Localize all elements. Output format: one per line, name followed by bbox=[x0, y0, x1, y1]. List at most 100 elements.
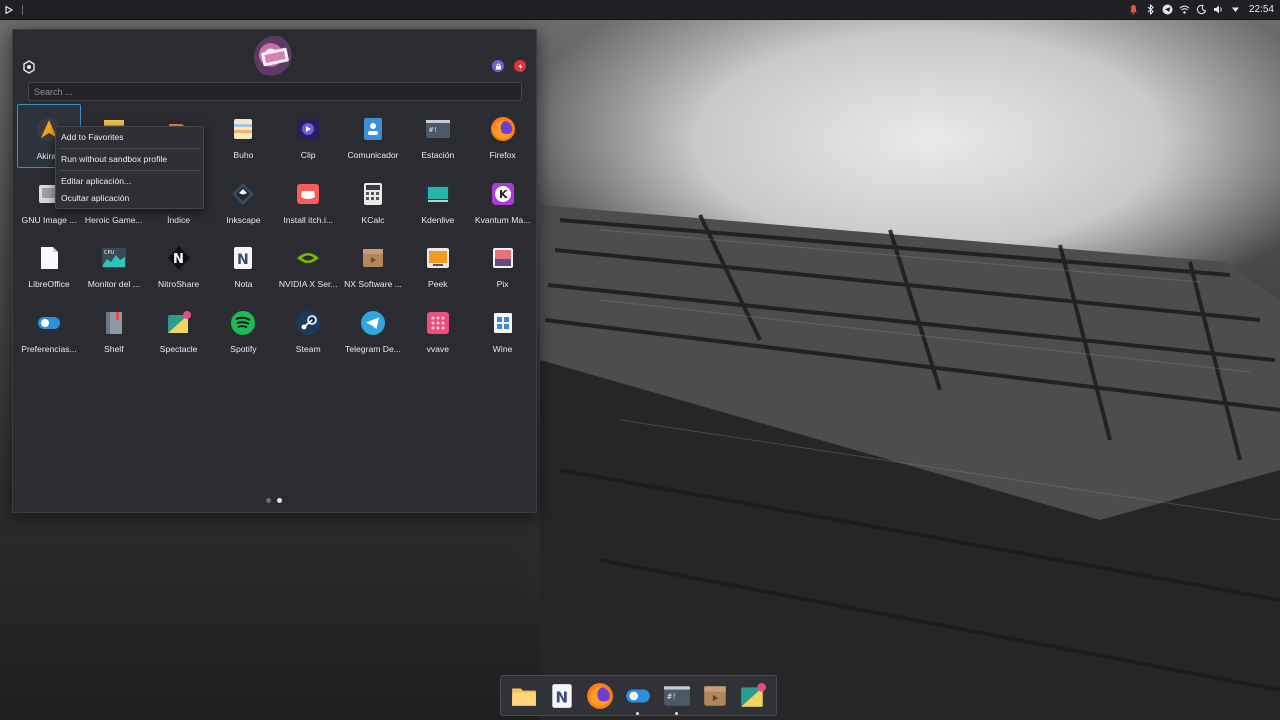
lock-icon bbox=[495, 63, 501, 69]
clock[interactable]: 22:54 bbox=[1249, 4, 1274, 15]
app-label: Steam bbox=[295, 343, 321, 354]
nvidia-icon bbox=[295, 245, 321, 271]
app-label: NitroShare bbox=[158, 279, 200, 289]
app-label: Estación bbox=[421, 150, 455, 160]
menu-separator bbox=[59, 148, 200, 149]
app-label: Wine bbox=[492, 343, 513, 354]
menu-item-hide-application[interactable]: Ocultar aplicación bbox=[56, 190, 203, 207]
app-label: GNU Image ... bbox=[21, 214, 77, 225]
power-icon bbox=[518, 63, 522, 69]
pix-icon bbox=[490, 245, 516, 271]
svg-text:K: K bbox=[499, 188, 508, 201]
avatar-image bbox=[261, 47, 289, 67]
app-label: Índice bbox=[167, 214, 191, 225]
app-tile-telegram[interactable]: Telegram De... bbox=[341, 298, 405, 362]
nxsoftware-icon bbox=[360, 245, 386, 271]
telegram-icon bbox=[360, 310, 386, 336]
app-label: Comunicador bbox=[347, 150, 399, 160]
dock-estacion[interactable]: #! bbox=[662, 681, 692, 715]
spectacle-icon bbox=[166, 310, 192, 336]
dock-files[interactable] bbox=[509, 681, 539, 711]
app-label: KCalc bbox=[361, 214, 385, 225]
kvantum-icon: K bbox=[490, 181, 516, 207]
app-tile-inkscape[interactable]: Inkscape bbox=[211, 169, 275, 233]
dock-firefox[interactable] bbox=[585, 681, 615, 711]
play-icon bbox=[5, 5, 13, 14]
wine-icon bbox=[490, 310, 516, 336]
menu-item-run-without-sandbox[interactable]: Run without sandbox profile bbox=[56, 151, 203, 168]
app-tile-steam[interactable]: Steam bbox=[276, 298, 340, 362]
app-tile-buho[interactable]: Buho bbox=[211, 104, 275, 168]
volume-icon[interactable] bbox=[1213, 4, 1224, 15]
app-tile-estacion[interactable]: #! Estación bbox=[406, 104, 470, 168]
dock-spectacle[interactable] bbox=[738, 681, 768, 711]
itch-icon bbox=[295, 181, 321, 207]
app-label: NX Software ... bbox=[344, 279, 402, 289]
app-label: Peek bbox=[428, 279, 448, 289]
launcher-button[interactable] bbox=[0, 0, 18, 20]
app-tile-nota[interactable]: N Nota bbox=[211, 233, 275, 297]
app-tile-comunicador[interactable]: Comunicador bbox=[341, 104, 405, 168]
app-tile-kcalc[interactable]: KCalc bbox=[341, 169, 405, 233]
libreoffice-icon bbox=[36, 245, 62, 271]
search-input[interactable] bbox=[28, 82, 522, 101]
app-tile-wine[interactable]: Wine bbox=[471, 298, 535, 362]
menu-item-edit-application[interactable]: Editar aplicación... bbox=[56, 173, 203, 190]
svg-text:N: N bbox=[173, 252, 184, 267]
app-tile-clip[interactable]: Clip bbox=[276, 104, 340, 168]
application-launcher: Akira (BuhoClipComunicador#!EstaciónFire… bbox=[12, 29, 537, 513]
settings-icon[interactable] bbox=[22, 60, 36, 74]
preferencias-icon bbox=[624, 682, 652, 710]
app-tile-shelf[interactable]: Shelf bbox=[82, 298, 146, 362]
app-tile-spectacle[interactable]: Spectacle bbox=[147, 298, 211, 362]
estacion-icon: #! bbox=[425, 116, 451, 142]
app-label: Heroic Game... bbox=[84, 214, 143, 225]
user-avatar[interactable] bbox=[254, 36, 296, 78]
wifi-icon[interactable] bbox=[1179, 4, 1190, 15]
app-tile-vvave[interactable]: vvave bbox=[406, 298, 470, 362]
comunicador-icon bbox=[360, 116, 386, 142]
app-tile-libreoffice[interactable]: LibreOffice bbox=[17, 233, 81, 297]
bluetooth-icon[interactable] bbox=[1145, 4, 1156, 15]
menu-item-add-to-favorites[interactable]: Add to Favorites bbox=[56, 129, 203, 146]
app-label: Nota bbox=[234, 279, 253, 289]
app-tile-itch[interactable]: Install itch.i... bbox=[276, 169, 340, 233]
inkscape-icon bbox=[230, 181, 256, 207]
app-tile-preferencias[interactable]: Preferencias... bbox=[17, 298, 81, 362]
svg-text:N: N bbox=[556, 688, 569, 706]
app-label: Pix bbox=[496, 279, 509, 289]
app-tile-kdenlive[interactable]: Kdenlive bbox=[406, 169, 470, 233]
app-tile-nitroshare[interactable]: N NitroShare bbox=[147, 233, 211, 297]
app-label: Buho bbox=[233, 150, 254, 160]
top-panel: 22:54 bbox=[0, 0, 1280, 20]
app-tile-nvidia[interactable]: NVIDIA X Ser... bbox=[276, 233, 340, 297]
power-button[interactable] bbox=[514, 60, 526, 72]
lock-button[interactable] bbox=[492, 60, 504, 72]
files-icon bbox=[510, 682, 538, 710]
app-tile-monitor[interactable]: CPU Monitor del ... bbox=[82, 233, 146, 297]
page-dot-2[interactable] bbox=[277, 498, 282, 503]
app-label: NVIDIA X Ser... bbox=[278, 279, 338, 289]
app-tile-firefox[interactable]: Firefox bbox=[471, 104, 535, 168]
app-label: Telegram De... bbox=[345, 343, 401, 354]
telegram-tray-icon[interactable] bbox=[1162, 4, 1173, 15]
page-dot-1[interactable] bbox=[266, 498, 271, 503]
app-tile-pix[interactable]: Pix bbox=[471, 233, 535, 297]
app-tile-peek[interactable]: Peek bbox=[406, 233, 470, 297]
app-tile-nxsoftware[interactable]: NX Software ... bbox=[341, 233, 405, 297]
dock-preferencias[interactable] bbox=[623, 681, 653, 715]
app-tile-spotify[interactable]: Spotify bbox=[211, 298, 275, 362]
menu-arrow-icon[interactable] bbox=[1230, 4, 1241, 15]
estacion-icon: #! bbox=[663, 682, 691, 710]
app-label: Spotify bbox=[230, 343, 257, 354]
vvave-icon bbox=[425, 310, 451, 336]
app-label: Monitor del ... bbox=[87, 279, 140, 289]
dock-nx-software[interactable] bbox=[700, 681, 730, 711]
buho-icon bbox=[230, 116, 256, 142]
dock-nota[interactable]: N bbox=[547, 681, 577, 711]
app-tile-kvantum[interactable]: K Kvantum Ma... bbox=[471, 169, 535, 233]
nota-icon: N bbox=[230, 245, 256, 271]
app-label: Shelf bbox=[104, 343, 124, 354]
night-light-icon[interactable] bbox=[1196, 4, 1207, 15]
notification-bell-icon[interactable] bbox=[1128, 4, 1139, 15]
